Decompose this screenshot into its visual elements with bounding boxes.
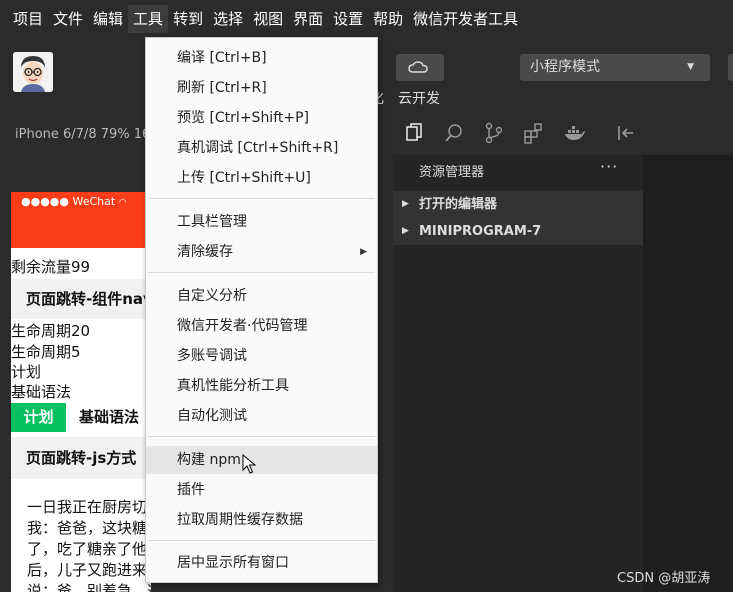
menu-goto[interactable]: 转到: [168, 5, 208, 33]
project-folder-section[interactable]: ▶ MINIPROGRAM-7: [393, 218, 643, 245]
menu-interface[interactable]: 界面: [288, 5, 328, 33]
project-folder-label: MINIPROGRAM-7: [419, 224, 542, 239]
menu-item-upload[interactable]: 上传 [Ctrl+Shift+U]: [146, 164, 377, 192]
menu-item-build-npm[interactable]: 构建 npm: [146, 446, 377, 474]
menu-file[interactable]: 文件: [48, 5, 88, 33]
editor-area: [643, 155, 733, 592]
menu-item-fetch-periodic-cache[interactable]: 拉取周期性缓存数据: [146, 506, 377, 534]
jump-js-method[interactable]: 页面跳转-js方式: [11, 437, 151, 479]
watermark: CSDN @胡亚涛: [617, 571, 711, 586]
menu-item-refresh[interactable]: 刷新 [Ctrl+R]: [146, 74, 377, 102]
menu-item-remote-debug[interactable]: 真机调试 [Ctrl+Shift+R]: [146, 134, 377, 162]
toolbar-more-button[interactable]: [728, 54, 733, 81]
menu-separator: [148, 436, 375, 437]
menu-item-clear-cache-label: 清除缓存: [177, 244, 233, 260]
avatar-cartoon-icon: [13, 52, 53, 92]
device-selector[interactable]: iPhone 6/7/8 79% 16: [15, 127, 150, 142]
chevron-right-icon: ▶: [402, 199, 409, 209]
menu-item-preview[interactable]: 预览 [Ctrl+Shift+P]: [146, 104, 377, 132]
tools-dropdown-menu: 编译 [Ctrl+B] 刷新 [Ctrl+R] 预览 [Ctrl+Shift+P…: [145, 37, 378, 583]
cloud-dev-label: 云开发: [398, 91, 440, 107]
menu-wechat-devtools[interactable]: 微信开发者工具: [408, 5, 523, 33]
menu-edit[interactable]: 编辑: [88, 5, 128, 33]
story-line: 我：爸爸，这块糖: [27, 519, 148, 537]
jump-component-nav[interactable]: 页面跳转-组件nav: [11, 279, 151, 319]
explorer-title: 资源管理器: [419, 165, 485, 180]
menu-view[interactable]: 视图: [248, 5, 288, 33]
menu-settings[interactable]: 设置: [328, 5, 368, 33]
phone-nav-bar: [11, 212, 151, 248]
menu-select[interactable]: 选择: [208, 5, 248, 33]
files-icon[interactable]: [403, 122, 425, 144]
menu-item-toolbar-manage[interactable]: 工具栏管理: [146, 208, 377, 236]
menu-item-multi-account-debug[interactable]: 多账号调试: [146, 342, 377, 370]
menu-item-build-npm-label: 构建 npm: [177, 452, 241, 468]
story-line: 后，儿子又跑进来: [27, 561, 148, 579]
source-control-icon[interactable]: [483, 122, 505, 144]
menubar: 项目 文件 编辑 工具 转到 选择 视图 界面 设置 帮助 微信开发者工具: [0, 0, 733, 38]
story-line: 说：爸，别着急，这一块很快就好了。: [27, 582, 151, 592]
docker-icon[interactable]: [563, 122, 585, 144]
phone-status-bar: ●●●●● WeChat ◠: [11, 192, 151, 212]
avatar[interactable]: [13, 52, 53, 92]
story-text: 一日我正在厨房切 我：爸爸，这块糖 了，吃了糖亲了他 后，儿子又跑进来 说：爸，…: [27, 497, 151, 592]
basic-syntax-tab[interactable]: 基础语法: [79, 403, 139, 432]
menu-item-compile[interactable]: 编译 [Ctrl+B]: [146, 44, 377, 72]
mouse-cursor-icon: [242, 454, 256, 474]
chevron-right-icon: ▶: [402, 226, 409, 236]
plan-button[interactable]: 计划: [11, 403, 66, 432]
activity-bar: [393, 110, 733, 155]
extensions-icon[interactable]: [523, 122, 545, 144]
carrier-label: ●●●●● WeChat: [21, 195, 116, 208]
open-editors-label: 打开的编辑器: [419, 197, 498, 212]
cloud-icon: [408, 61, 428, 73]
menu-tools[interactable]: 工具: [128, 5, 169, 33]
menu-separator: [148, 198, 375, 199]
mode-select-value: 小程序模式: [530, 59, 600, 75]
basic-syntax-text: 基础语法: [11, 383, 72, 401]
menu-project[interactable]: 项目: [8, 5, 48, 33]
menu-separator: [148, 540, 375, 541]
menu-help[interactable]: 帮助: [368, 5, 408, 33]
menu-separator: [148, 272, 375, 273]
lifecycle-20: 生命周期20: [11, 322, 91, 340]
lifecycle-5: 生命周期5: [11, 343, 81, 361]
open-editors-section[interactable]: ▶ 打开的编辑器: [393, 191, 643, 218]
simulator-screen: ●●●●● WeChat ◠ 剩余流量99 页面跳转-组件nav 生命周期20 …: [11, 192, 151, 592]
menu-item-clear-cache[interactable]: 清除缓存 ▶: [146, 238, 377, 266]
menu-item-perf-analysis[interactable]: 真机性能分析工具: [146, 372, 377, 400]
mode-select[interactable]: 小程序模式 ▼: [520, 54, 710, 81]
submenu-arrow-icon: ▶: [360, 247, 367, 257]
story-line: 一日我正在厨房切: [27, 498, 148, 516]
menu-item-plugins[interactable]: 插件: [146, 476, 377, 504]
chevron-down-icon: ▼: [687, 62, 694, 72]
menu-item-custom-analysis[interactable]: 自定义分析: [146, 282, 377, 310]
menu-item-code-management[interactable]: 微信开发者·代码管理: [146, 312, 377, 340]
more-icon[interactable]: ···: [600, 157, 618, 176]
menu-item-center-windows[interactable]: 居中显示所有窗口: [146, 549, 377, 577]
cloud-dev-button[interactable]: [396, 54, 444, 81]
menu-item-automation-test[interactable]: 自动化测试: [146, 402, 377, 430]
search-icon[interactable]: [443, 122, 465, 144]
plan-text: 计划: [11, 363, 42, 381]
explorer-panel: 资源管理器 ··· ▶ 打开的编辑器 ▶ MINIPROGRAM-7: [393, 155, 643, 592]
wifi-icon: ◠: [118, 198, 127, 208]
story-line: 了，吃了糖亲了他: [27, 540, 148, 558]
remaining-traffic: 剩余流量99: [11, 258, 91, 276]
collapse-panel-icon[interactable]: [615, 122, 637, 144]
